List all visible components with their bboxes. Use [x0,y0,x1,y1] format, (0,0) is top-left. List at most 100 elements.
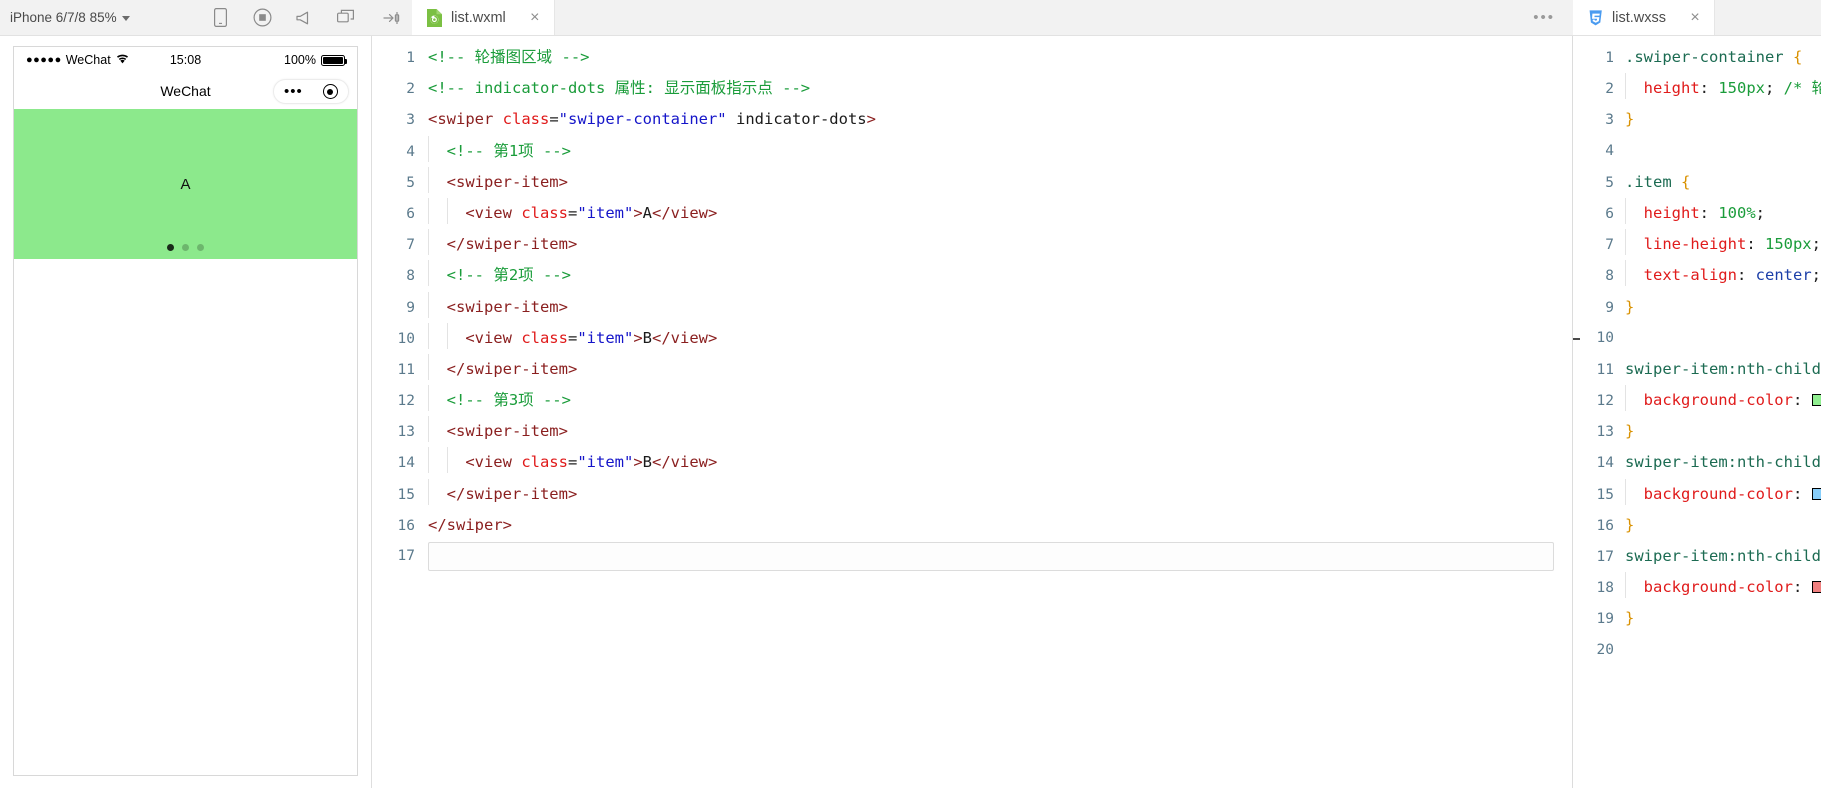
line-number: 3 [372,105,428,136]
close-icon[interactable]: × [528,10,542,26]
code-token: /* 轮播图容器的高度 */ [1784,79,1821,97]
code-line[interactable]: 14swiper-item:nth-child(2) .item { [1573,447,1821,478]
code-content: swiper-item:nth-child(1) .item { [1625,354,1821,385]
tab-list-wxml[interactable]: list.wxml × [412,0,555,35]
main-body: ●●●●● WeChat 15:08 100% [0,36,1821,788]
code-line[interactable]: 15background-color: lightskyblue; [1573,479,1821,510]
code-line[interactable]: 5<swiper-item> [372,167,1572,198]
code-line[interactable]: 6height: 100%; [1573,198,1821,229]
collapse-simulator-button[interactable] [372,0,412,36]
line-number: 2 [372,74,428,105]
code-token: <swiper-item> [447,422,568,440]
line-number: 10 [1573,323,1625,354]
tab-label: list.wxml [451,10,506,26]
code-line[interactable]: 20 [1573,635,1821,666]
tab-label: list.wxss [1612,10,1666,26]
code-line[interactable]: 7line-height: 150px; [1573,229,1821,260]
code-content: swiper-item:nth-child(2) .item { [1625,447,1821,478]
code-line[interactable]: 16} [1573,510,1821,541]
indent-guide [428,198,447,224]
code-content: height: 150px; /* 轮播图容器的高度 */ [1625,73,1821,104]
code-line[interactable]: 19} [1573,603,1821,634]
code-line[interactable]: 16</swiper> [372,510,1572,541]
line-number: 14 [1573,448,1625,479]
tab-overflow-menu-icon[interactable]: ••• [1533,14,1573,22]
wechat-capsule-button[interactable]: ••• [273,79,349,104]
code-line[interactable]: 9<swiper-item> [372,292,1572,323]
code-line[interactable]: 8text-align: center; [1573,260,1821,291]
code-token: <!-- 轮播图区域 --> [428,48,590,66]
code-line[interactable]: 4<!-- 第1项 --> [372,136,1572,167]
code-content: swiper-item:nth-child(3) .item { [1625,541,1821,572]
device-selector[interactable]: iPhone 6/7/8 85% [10,10,130,25]
code-content: text-align: center; [1625,260,1821,291]
code-content: } [1625,510,1634,541]
code-line[interactable]: 2<!-- indicator-dots 属性: 显示面板指示点 --> [372,73,1572,104]
color-swatch [1812,394,1821,406]
code-token: </view> [652,329,717,347]
indent-guide [1625,260,1644,286]
code-line[interactable]: 1.swiper-container { [1573,42,1821,73]
line-number: 12 [1573,386,1625,417]
tab-list-wxss[interactable]: list.wxss × [1573,0,1715,35]
code-line[interactable]: 15</swiper-item> [372,479,1572,510]
code-token: </swiper-item> [447,485,578,503]
code-line[interactable]: 5.item { [1573,167,1821,198]
code-line[interactable]: 17swiper-item:nth-child(3) .item { [1573,541,1821,572]
indent-guide [428,292,447,318]
code-token: swiper-item:nth-child [1625,547,1821,565]
code-line[interactable]: 11swiper-item:nth-child(1) .item { [1573,354,1821,385]
code-line[interactable]: 3<swiper class="swiper-container" indica… [372,104,1572,135]
code-line[interactable]: 1<!-- 轮播图区域 --> [372,42,1572,73]
code-line[interactable]: 10 [1573,323,1821,354]
code-line[interactable]: 11</swiper-item> [372,354,1572,385]
indent-guide [1625,73,1644,99]
more-dots-icon[interactable]: ••• [284,89,303,95]
code-content: </swiper-item> [428,479,577,510]
code-line[interactable]: 2height: 150px; /* 轮播图容器的高度 */ [1573,73,1821,104]
code-line[interactable]: 6<view class="item">A</view> [372,198,1572,229]
code-token: background-color [1644,485,1793,503]
code-content: </swiper-item> [428,354,577,385]
line-number: 17 [372,541,428,572]
code-line[interactable]: 12background-color: lightgreen; [1573,385,1821,416]
code-content: <swiper class="swiper-container" indicat… [428,104,876,135]
indicator-dot [182,244,189,251]
code-token: <view [465,329,521,347]
code-line[interactable]: 14<view class="item">B</view> [372,447,1572,478]
code-line[interactable]: 18background-color: lightcoral; [1573,572,1821,603]
multi-window-icon[interactable] [336,8,356,28]
close-icon[interactable]: × [1688,10,1702,26]
code-line[interactable]: 13 <swiper-item> [372,416,1572,447]
code-token: { [1793,48,1802,66]
phone-frame-icon[interactable] [210,8,230,28]
record-icon[interactable] [252,8,272,28]
line-number: 13 [372,417,428,448]
code-line[interactable]: 7</swiper-item> [372,229,1572,260]
nav-title: WeChat [160,83,210,99]
swiper-preview[interactable]: A [14,109,357,259]
split-resize-handle[interactable] [1573,338,1580,340]
target-circle-icon[interactable] [323,84,338,99]
line-number: 3 [1573,105,1625,136]
code-content: } [1625,104,1634,135]
code-token: text-align [1644,266,1737,284]
line-number: 9 [372,293,428,324]
code-line[interactable]: 8<!-- 第2项 --> [372,260,1572,291]
code-token: <swiper-item> [447,173,568,191]
code-token: } [1625,110,1634,128]
code-line[interactable]: 4 [1573,136,1821,167]
status-carrier-group: ●●●●● WeChat [26,53,129,67]
code-area-wxss[interactable]: 1.swiper-container {2height: 150px; /* 轮… [1573,36,1821,788]
code-line[interactable]: 3} [1573,104,1821,135]
swiper-indicator-dots[interactable] [14,244,357,251]
code-line[interactable]: 10<view class="item">B</view> [372,323,1572,354]
code-line[interactable]: 12<!-- 第3项 --> [372,385,1572,416]
sound-icon[interactable] [294,8,314,28]
code-area-wxml[interactable]: 1<!-- 轮播图区域 -->2<!-- indicator-dots 属性: … [372,36,1572,788]
indent-guide [428,354,447,380]
code-line[interactable]: 9} [1573,292,1821,323]
code-token: indicator-dots [727,110,867,128]
code-line[interactable]: 13} [1573,416,1821,447]
code-token: class [521,329,568,347]
